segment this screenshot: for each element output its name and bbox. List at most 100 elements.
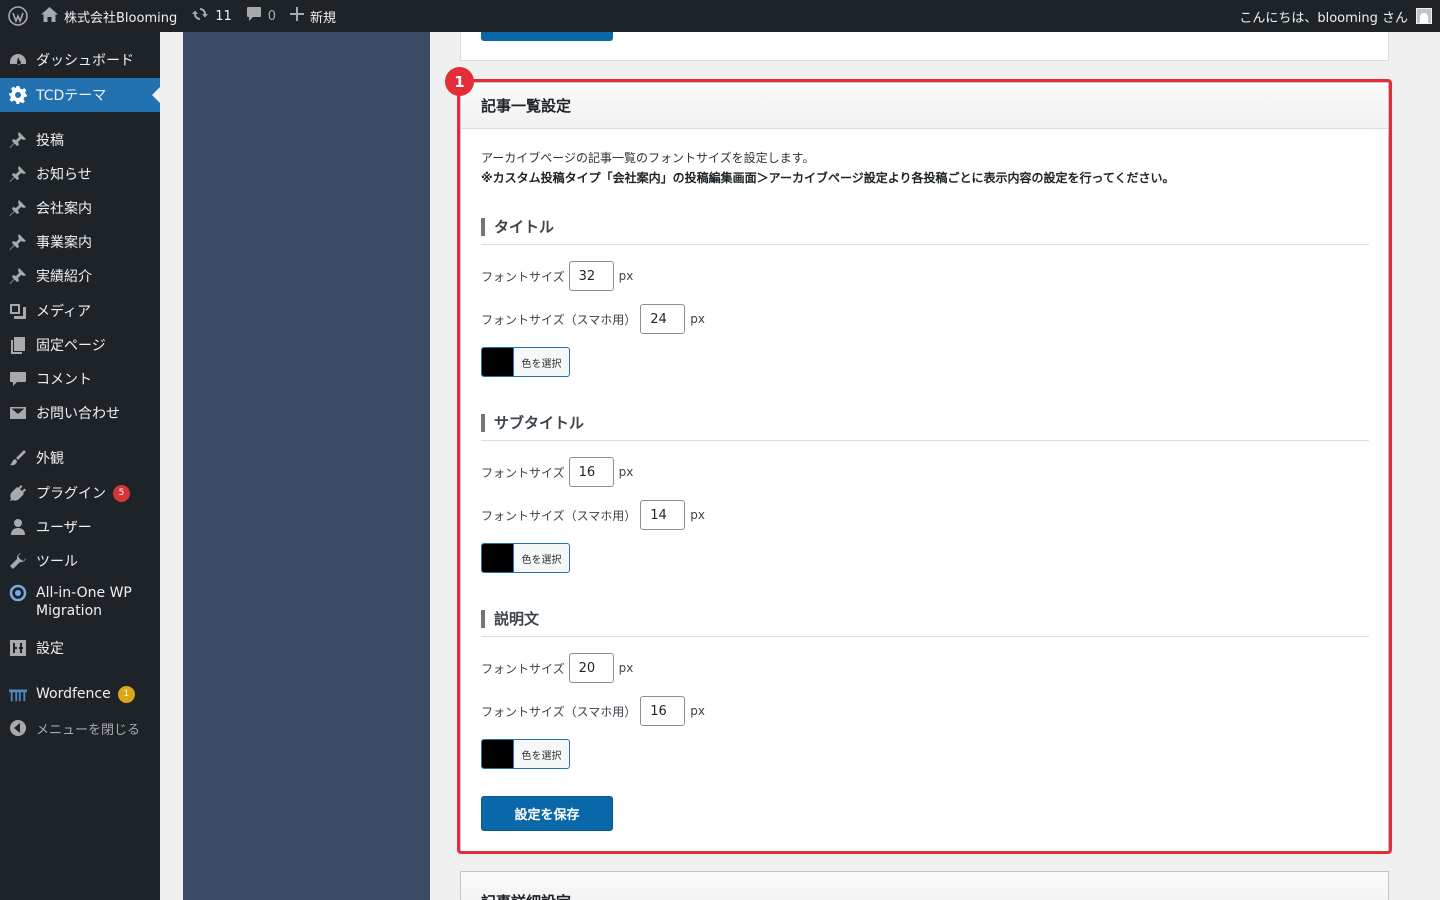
previous-panel xyxy=(460,32,1389,61)
sidebar-item-comments[interactable]: コメント xyxy=(0,362,160,396)
sidebar-item-label: 事業案内 xyxy=(36,235,92,251)
subtitle-font-size-row: フォントサイズ 16 px xyxy=(481,457,633,487)
migration-icon xyxy=(9,584,27,602)
sidebar-item-plugins[interactable]: プラグイン 5 xyxy=(0,476,160,510)
sidebar-item-label: 実績紹介 xyxy=(36,269,92,285)
admin-sidebar: ダッシュボード TCDテーマ 投稿 お知らせ 会社案内 事業案内 実績紹介 メデ… xyxy=(0,32,160,900)
pin-icon xyxy=(9,267,27,285)
updates-count: 11 xyxy=(215,8,232,24)
subtitle-font-size-input[interactable]: 16 xyxy=(568,457,614,487)
description-font-size-input[interactable]: 20 xyxy=(568,653,614,683)
sidebar-item-label: プラグイン xyxy=(36,486,106,502)
sidebar-item-label: お問い合わせ xyxy=(36,406,120,422)
sidebar-item-label: 会社案内 xyxy=(36,201,92,217)
sidebar-item-business[interactable]: 事業案内 xyxy=(0,225,160,259)
pin-icon xyxy=(9,199,27,217)
home-icon xyxy=(41,6,58,26)
comment-bubble-icon xyxy=(246,6,262,26)
field-label: フォントサイズ xyxy=(481,465,565,480)
sidebar-item-media[interactable]: メディア xyxy=(0,294,160,328)
sidebar-item-label: ユーザー xyxy=(36,520,92,536)
sidebar-item-pages[interactable]: 固定ページ xyxy=(0,328,160,362)
sidebar-item-tools[interactable]: ツール xyxy=(0,544,160,578)
color-button-label: 色を選択 xyxy=(513,544,569,572)
unit-label: px xyxy=(618,465,634,479)
sidebar-item-posts[interactable]: 投稿 xyxy=(0,123,160,157)
subtitle-color-picker-button[interactable]: 色を選択 xyxy=(481,543,570,573)
panel-note: ※カスタム投稿タイプ「会社案内」の投稿編集画面＞アーカイブページ設定より各投稿ご… xyxy=(481,171,1175,185)
brush-icon xyxy=(9,449,27,467)
sidebar-item-label: コメント xyxy=(36,372,92,388)
updates-link[interactable]: 11 xyxy=(184,0,239,32)
comments-link[interactable]: 0 xyxy=(239,0,283,32)
sidebar-item-company[interactable]: 会社案内 xyxy=(0,191,160,225)
user-icon xyxy=(9,518,27,536)
unit-label: px xyxy=(618,661,634,675)
subtitle-font-size-sp-input[interactable]: 14 xyxy=(640,500,686,530)
section-label: タイトル xyxy=(494,218,555,236)
title-font-size-sp-input[interactable]: 24 xyxy=(640,304,686,334)
refresh-icon xyxy=(191,6,209,26)
previous-save-button[interactable] xyxy=(481,32,613,41)
description-font-size-sp-row: フォントサイズ（スマホ用） 16 px xyxy=(481,696,705,726)
save-settings-button[interactable]: 設定を保存 xyxy=(481,796,613,831)
description-font-size-sp-input[interactable]: 16 xyxy=(640,696,686,726)
sidebar-item-works[interactable]: 実績紹介 xyxy=(0,259,160,293)
dashboard-icon xyxy=(9,51,27,69)
unit-label: px xyxy=(690,312,705,326)
sidebar-item-label: メディア xyxy=(36,304,92,320)
new-content-link[interactable]: 新規 xyxy=(283,0,343,32)
sidebar-item-news[interactable]: お知らせ xyxy=(0,157,160,191)
title-font-size-row: フォントサイズ 32 px xyxy=(481,261,633,291)
wordfence-badge: 1 xyxy=(117,685,135,703)
section-bar xyxy=(481,414,485,432)
admin-bar: 株式会社Blooming 11 0 新規 こんにちは、blooming さん xyxy=(0,0,1440,32)
greeting: こんにちは、blooming さん xyxy=(1239,10,1408,26)
sidebar-item-label: 外観 xyxy=(36,451,64,467)
sidebar-item-wordfence[interactable]: Wordfence 1 xyxy=(0,677,160,711)
avatar xyxy=(1416,8,1432,24)
sidebar-item-dashboard[interactable]: ダッシュボード xyxy=(0,43,160,77)
unit-label: px xyxy=(690,508,705,522)
collapse-icon xyxy=(9,719,27,737)
unit-label: px xyxy=(690,704,705,718)
site-name: 株式会社Blooming xyxy=(64,10,178,26)
plus-icon xyxy=(290,7,305,25)
settings-icon xyxy=(9,639,27,657)
field-label: フォントサイズ（スマホ用） xyxy=(481,508,637,523)
title-font-size-input[interactable]: 32 xyxy=(568,261,614,291)
unit-label: px xyxy=(618,269,634,283)
sidebar-item-label: お知らせ xyxy=(36,167,92,183)
page-icon xyxy=(9,336,27,354)
sidebar-item-label: Wordfence xyxy=(36,686,111,702)
sidebar-item-label: 固定ページ xyxy=(36,338,106,354)
panel-title: 記事一覧設定 xyxy=(461,83,1388,129)
next-panel-title-text: 記事詳細設定 xyxy=(481,891,571,900)
wordpress-logo-icon[interactable] xyxy=(2,0,34,32)
pin-icon xyxy=(9,165,27,183)
sidebar-item-label: TCDテーマ xyxy=(36,88,107,104)
archive-settings-panel: 記事一覧設定 アーカイブページの記事一覧のフォントサイズを設定します。 ※カスタ… xyxy=(460,82,1389,852)
wrench-icon xyxy=(9,552,27,570)
title-color-picker-button[interactable]: 色を選択 xyxy=(481,347,570,377)
sidebar-item-contact[interactable]: お問い合わせ xyxy=(0,396,160,430)
subtitle-font-size-sp-row: フォントサイズ（スマホ用） 14 px xyxy=(481,500,705,530)
sidebar-item-all-in-one-migration[interactable]: All-in-One WP Migration xyxy=(0,578,160,626)
account-menu[interactable]: こんにちは、blooming さん xyxy=(1239,0,1432,32)
description-font-size-row: フォントサイズ 20 px xyxy=(481,653,633,683)
gear-icon xyxy=(9,86,27,104)
comments-count: 0 xyxy=(267,8,277,24)
sidebar-item-appearance[interactable]: 外観 xyxy=(0,441,160,475)
field-label: フォントサイズ（スマホ用） xyxy=(481,312,637,327)
sidebar-item-tcd-theme[interactable]: TCDテーマ xyxy=(0,78,160,112)
sidebar-item-label: ツール xyxy=(36,554,78,570)
detail-settings-panel: 記事詳細設定 xyxy=(460,871,1389,900)
sidebar-item-label: 設定 xyxy=(36,641,64,657)
site-name-link[interactable]: 株式会社Blooming xyxy=(34,0,184,32)
pin-icon xyxy=(9,233,27,251)
description-color-picker-button[interactable]: 色を選択 xyxy=(481,739,570,769)
title-font-size-sp-row: フォントサイズ（スマホ用） 24 px xyxy=(481,304,705,334)
sidebar-item-settings[interactable]: 設定 xyxy=(0,631,160,665)
collapse-menu-button[interactable]: メニューを閉じる xyxy=(0,711,160,745)
sidebar-item-users[interactable]: ユーザー xyxy=(0,510,160,544)
